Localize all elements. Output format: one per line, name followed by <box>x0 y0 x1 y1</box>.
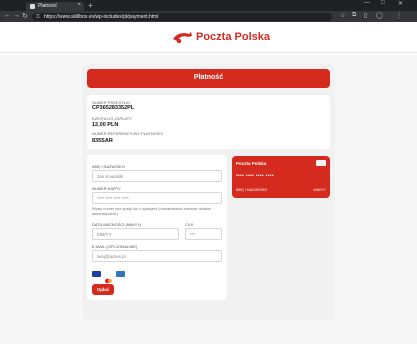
card-preview-name: IMIĘ I NAZWISKO <box>236 188 268 192</box>
new-tab-button[interactable]: + <box>88 1 93 10</box>
email-input[interactable] <box>92 250 222 262</box>
name-label: IMIĘ I NAZWISKO <box>92 164 125 169</box>
card-preview: Poczta Polska •••• •••• •••• •••• IMIĘ I… <box>232 156 330 198</box>
back-icon[interactable]: ← <box>4 12 11 19</box>
star-icon[interactable]: ☆ <box>340 12 345 19</box>
reference-value: 835SAR <box>92 138 113 144</box>
minimize-button[interactable]: — <box>364 0 370 6</box>
card-chip-icon <box>316 160 326 166</box>
name-input[interactable] <box>92 170 222 182</box>
profile-icon[interactable]: ◯ <box>376 12 383 19</box>
pay-button[interactable]: Opłać <box>92 284 114 295</box>
sidebar-icon[interactable]: ▯ <box>364 12 367 19</box>
cvv-input[interactable] <box>185 228 222 240</box>
browser-chrome: Płatność × + — □ ✕ ← → ↻ ⚿ https://www.s… <box>0 0 417 22</box>
expiry-label: DATA WAŻNOŚCI (MM/YY) <box>92 222 142 227</box>
tab-title: Płatność <box>38 3 58 9</box>
card-preview-number: •••• •••• •••• •••• <box>236 173 274 179</box>
card-brand: Poczta Polska <box>236 161 267 166</box>
window-close-button[interactable]: ✕ <box>398 0 403 7</box>
brand-name: Poczta Polska <box>196 31 270 43</box>
favicon-icon <box>30 4 35 9</box>
payment-info: NUMER PRZESYŁKI CP365283352PL KWOTA DO Z… <box>87 95 330 149</box>
tab-bar: Płatność × + — □ ✕ <box>0 0 417 11</box>
card-number-help: Wpisz numer bez spacji lub z spacjami (f… <box>92 207 212 216</box>
reload-icon[interactable]: ↻ <box>22 12 28 20</box>
browser-toolbar: ← → ↻ ⚿ https://www.skillbox.es/wp-inclu… <box>0 11 417 22</box>
email-label: E-MAIL (OPCJONALNIE) <box>92 244 138 249</box>
maximize-button[interactable]: □ <box>381 0 385 6</box>
card-number-label: NUMER KARTY <box>92 186 122 191</box>
card-icon <box>116 271 125 277</box>
amount-label: KWOTA DO ZAPŁATY <box>92 116 132 121</box>
browser-tab[interactable]: Płatność × <box>26 2 84 11</box>
card-preview-expiry: MM/YY <box>313 188 326 192</box>
payment-title-bar: Płatność <box>87 69 330 88</box>
page-title: Płatność <box>193 74 224 81</box>
extensions-icon[interactable]: ⧉ <box>352 12 356 19</box>
post-horn-logo-icon <box>173 32 192 44</box>
expiry-input[interactable] <box>92 228 179 240</box>
url-text: https://www.skillbox.es/wp-includes/pl/p… <box>44 14 159 20</box>
forward-icon[interactable]: → <box>13 12 20 19</box>
site-header: Poczta Polska <box>0 22 417 53</box>
visa-icon <box>92 271 101 277</box>
lock-icon: ⚿ <box>36 13 40 20</box>
parcel-number-value: CP365283352PL <box>92 105 135 111</box>
menu-icon[interactable]: ⋮ <box>396 12 402 19</box>
tab-close-button[interactable]: × <box>77 2 81 8</box>
reference-label: NUMER REFERENCYJNY PŁATNOŚCI <box>92 131 164 136</box>
cvv-label: CVV <box>185 222 194 227</box>
amount-value: 12,00 PLN <box>92 122 119 128</box>
mastercard-icon <box>104 271 113 284</box>
address-bar[interactable]: ⚿ https://www.skillbox.es/wp-includes/pl… <box>32 12 332 21</box>
card-number-input[interactable] <box>92 192 222 204</box>
